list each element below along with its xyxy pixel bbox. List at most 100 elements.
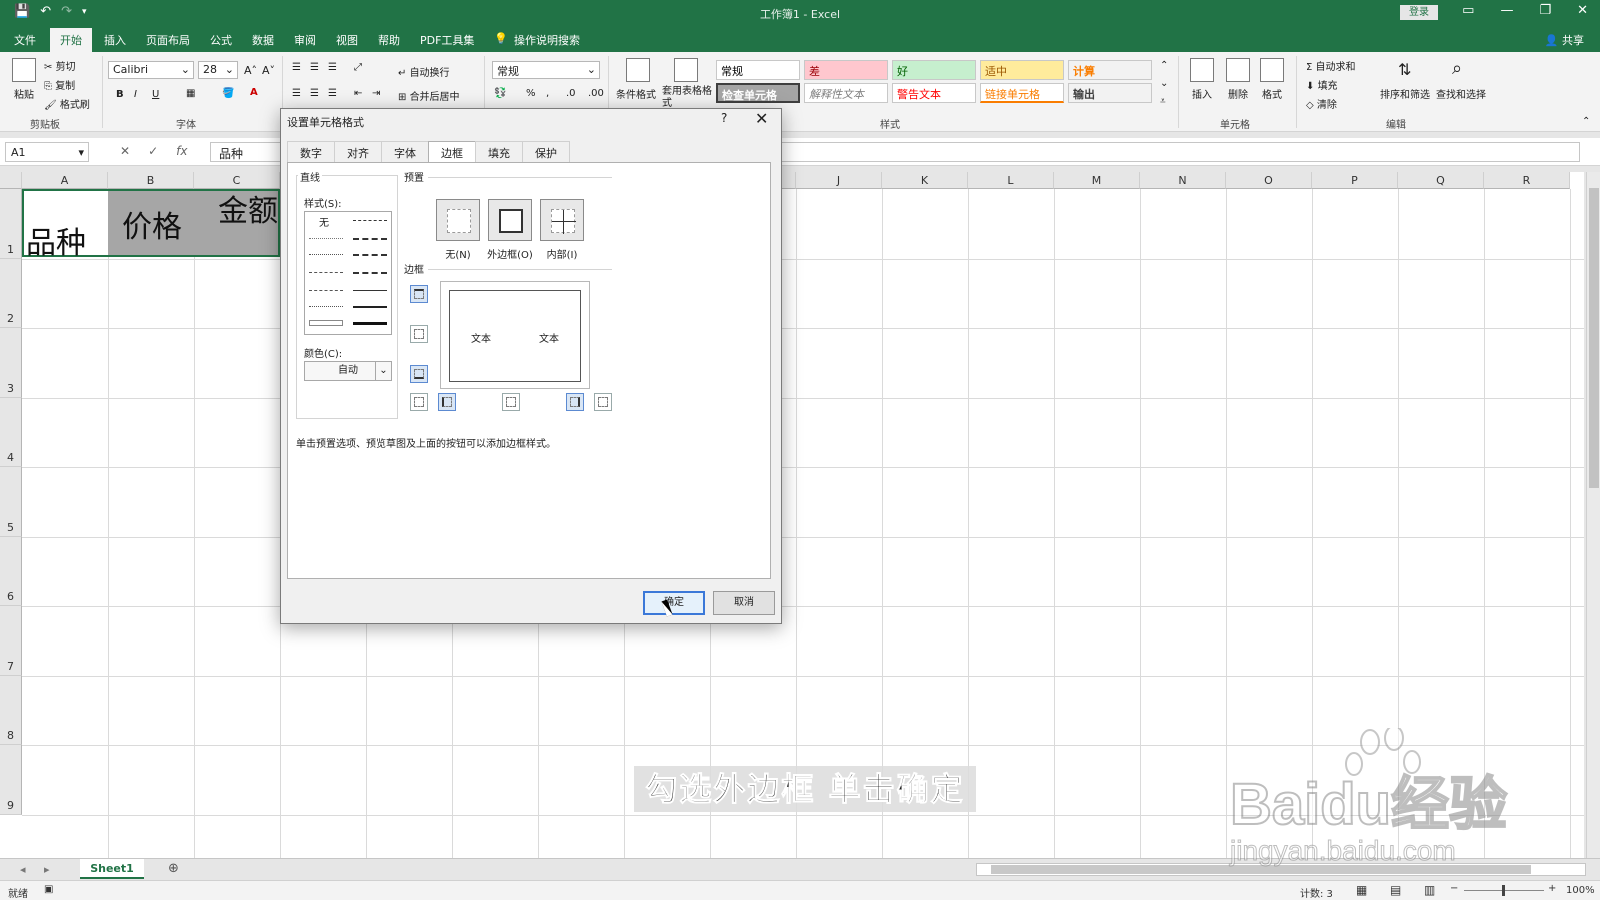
confirm-entry-icon[interactable]: ✓ — [148, 144, 158, 158]
format-painter-button[interactable]: 🖌 格式刷 — [44, 96, 90, 111]
dialog-tab-number[interactable]: 数字 — [287, 141, 335, 163]
insert-cells-icon[interactable] — [1190, 58, 1214, 82]
row-header-3[interactable]: 3 — [0, 328, 22, 398]
tab-insert[interactable]: 插入 — [104, 32, 126, 48]
gallery-more-icon[interactable]: ⩡ — [1160, 96, 1166, 107]
column-header-o[interactable]: O — [1226, 172, 1312, 189]
number-format-select[interactable]: 常规 ⌄ — [492, 61, 600, 79]
dialog-help-button[interactable]: ? — [721, 111, 727, 125]
ribbon-display-icon[interactable]: ▭ — [1462, 3, 1474, 18]
restore-button[interactable]: ❐ — [1539, 3, 1551, 18]
zoom-out-icon[interactable]: − — [1450, 883, 1458, 894]
column-header-p[interactable]: P — [1312, 172, 1398, 189]
macro-record-icon[interactable]: ▣ — [44, 884, 53, 895]
line-style-option[interactable] — [309, 306, 343, 307]
find-select-icon[interactable]: ⌕ — [1452, 58, 1462, 79]
column-header-q[interactable]: Q — [1398, 172, 1484, 189]
line-style-option[interactable] — [309, 254, 343, 255]
dialog-close-button[interactable]: ✕ — [755, 109, 768, 128]
cell-style-item[interactable]: 警告文本 — [892, 83, 976, 103]
underline-button[interactable]: U — [152, 89, 159, 100]
select-all-corner[interactable] — [0, 172, 22, 189]
increase-decimal-icon[interactable]: .0 — [566, 88, 576, 99]
column-header-l[interactable]: L — [968, 172, 1054, 189]
delete-cells-button[interactable]: 删除 — [1228, 86, 1248, 101]
zoom-slider-thumb[interactable] — [1502, 885, 1505, 896]
dialog-tab-font[interactable]: 字体 — [381, 141, 429, 163]
column-header-b[interactable]: B — [108, 172, 194, 189]
cell-b1[interactable]: 价格 — [122, 202, 182, 246]
border-center-button[interactable] — [502, 393, 520, 411]
column-header-k[interactable]: K — [882, 172, 968, 189]
cell-style-item[interactable]: 链接单元格 — [980, 83, 1064, 103]
sort-filter-icon[interactable]: ⇅ — [1398, 60, 1411, 79]
italic-button[interactable]: I — [134, 89, 137, 100]
cell-style-item[interactable]: 计算 — [1068, 60, 1152, 80]
conditional-format-button[interactable]: 条件格式 — [616, 86, 656, 101]
line-style-option[interactable] — [353, 322, 387, 325]
align-bottom-icon[interactable]: ☰ — [328, 62, 337, 73]
row-header-5[interactable]: 5 — [0, 467, 22, 537]
line-style-option[interactable] — [353, 272, 387, 274]
dialog-tab-protection[interactable]: 保护 — [522, 141, 570, 163]
align-middle-icon[interactable]: ☰ — [310, 62, 319, 73]
decrease-font-icon[interactable]: A˅ — [262, 64, 275, 77]
preset-inside-button[interactable] — [540, 199, 584, 241]
comma-style-icon[interactable]: , — [546, 88, 549, 99]
format-cells-icon[interactable] — [1260, 58, 1284, 82]
conditional-format-icon[interactable] — [626, 58, 650, 82]
tab-formulas[interactable]: 公式 — [210, 32, 232, 48]
preset-none-button[interactable] — [436, 199, 480, 241]
border-right-button[interactable] — [566, 393, 584, 411]
line-style-option[interactable] — [353, 306, 387, 308]
insert-function-button[interactable]: fx — [176, 144, 187, 158]
login-button[interactable]: 登录 — [1400, 5, 1438, 20]
border-preview[interactable]: 文本 文本 — [440, 281, 590, 389]
line-style-list[interactable]: 无 — [304, 211, 392, 335]
cell-style-item[interactable]: 解释性文本 — [804, 83, 888, 103]
row-header-7[interactable]: 7 — [0, 606, 22, 676]
border-bottom-button[interactable] — [410, 365, 428, 383]
vertical-scrollbar[interactable] — [1586, 172, 1600, 858]
cell-c1[interactable]: 金额 — [218, 186, 278, 230]
cell-a1[interactable]: 品种 — [26, 218, 86, 262]
paste-button[interactable]: 粘贴 — [14, 86, 34, 101]
border-top-button[interactable] — [410, 285, 428, 303]
column-header-j[interactable]: J — [796, 172, 882, 189]
add-sheet-icon[interactable]: ⊕ — [168, 861, 179, 876]
normal-view-icon[interactable]: ▦ — [1356, 883, 1367, 897]
tab-review[interactable]: 审阅 — [294, 32, 316, 48]
fill-button[interactable]: ⬇ 填充 — [1306, 77, 1338, 92]
preset-outline-button[interactable] — [488, 199, 532, 241]
page-break-view-icon[interactable]: ▥ — [1424, 883, 1435, 897]
collapse-ribbon-icon[interactable]: ⌃ — [1582, 116, 1590, 127]
align-left-icon[interactable]: ☰ — [292, 88, 301, 99]
minimize-button[interactable]: — — [1500, 3, 1513, 18]
increase-indent-icon[interactable]: ⇥ — [372, 88, 380, 99]
tab-help[interactable]: 帮助 — [378, 32, 400, 48]
line-style-none[interactable]: 无 — [319, 214, 329, 229]
sheet-tab-sheet1[interactable]: Sheet1 — [80, 859, 144, 879]
name-box[interactable]: A1 ▾ — [5, 142, 89, 162]
cancel-entry-icon[interactable]: ✕ — [120, 144, 130, 158]
fill-color-icon[interactable]: 🪣 — [222, 88, 234, 99]
format-table-icon[interactable] — [674, 58, 698, 82]
row-header-2[interactable]: 2 — [0, 258, 22, 328]
delete-cells-icon[interactable] — [1226, 58, 1250, 82]
row-header-4[interactable]: 4 — [0, 397, 22, 467]
border-left-button[interactable] — [438, 393, 456, 411]
autosum-button[interactable]: Σ 自动求和 — [1306, 58, 1356, 73]
line-style-option[interactable] — [353, 290, 387, 291]
tab-pdf-tools[interactable]: PDF工具集 — [420, 32, 474, 48]
line-style-option[interactable] — [353, 220, 387, 221]
dialog-tab-fill[interactable]: 填充 — [475, 141, 523, 163]
line-style-option[interactable] — [353, 254, 387, 256]
ok-button[interactable]: 确定 — [643, 591, 705, 615]
zoom-in-icon[interactable]: + — [1548, 883, 1556, 894]
line-style-option[interactable] — [309, 290, 343, 291]
clear-button[interactable]: ◇ 清除 — [1306, 96, 1337, 111]
cell-style-item[interactable]: 差 — [804, 60, 888, 80]
next-sheet-icon[interactable]: ▸ — [44, 863, 50, 876]
scrollbar-thumb[interactable] — [1589, 188, 1599, 488]
border-middle-button[interactable] — [410, 325, 428, 343]
